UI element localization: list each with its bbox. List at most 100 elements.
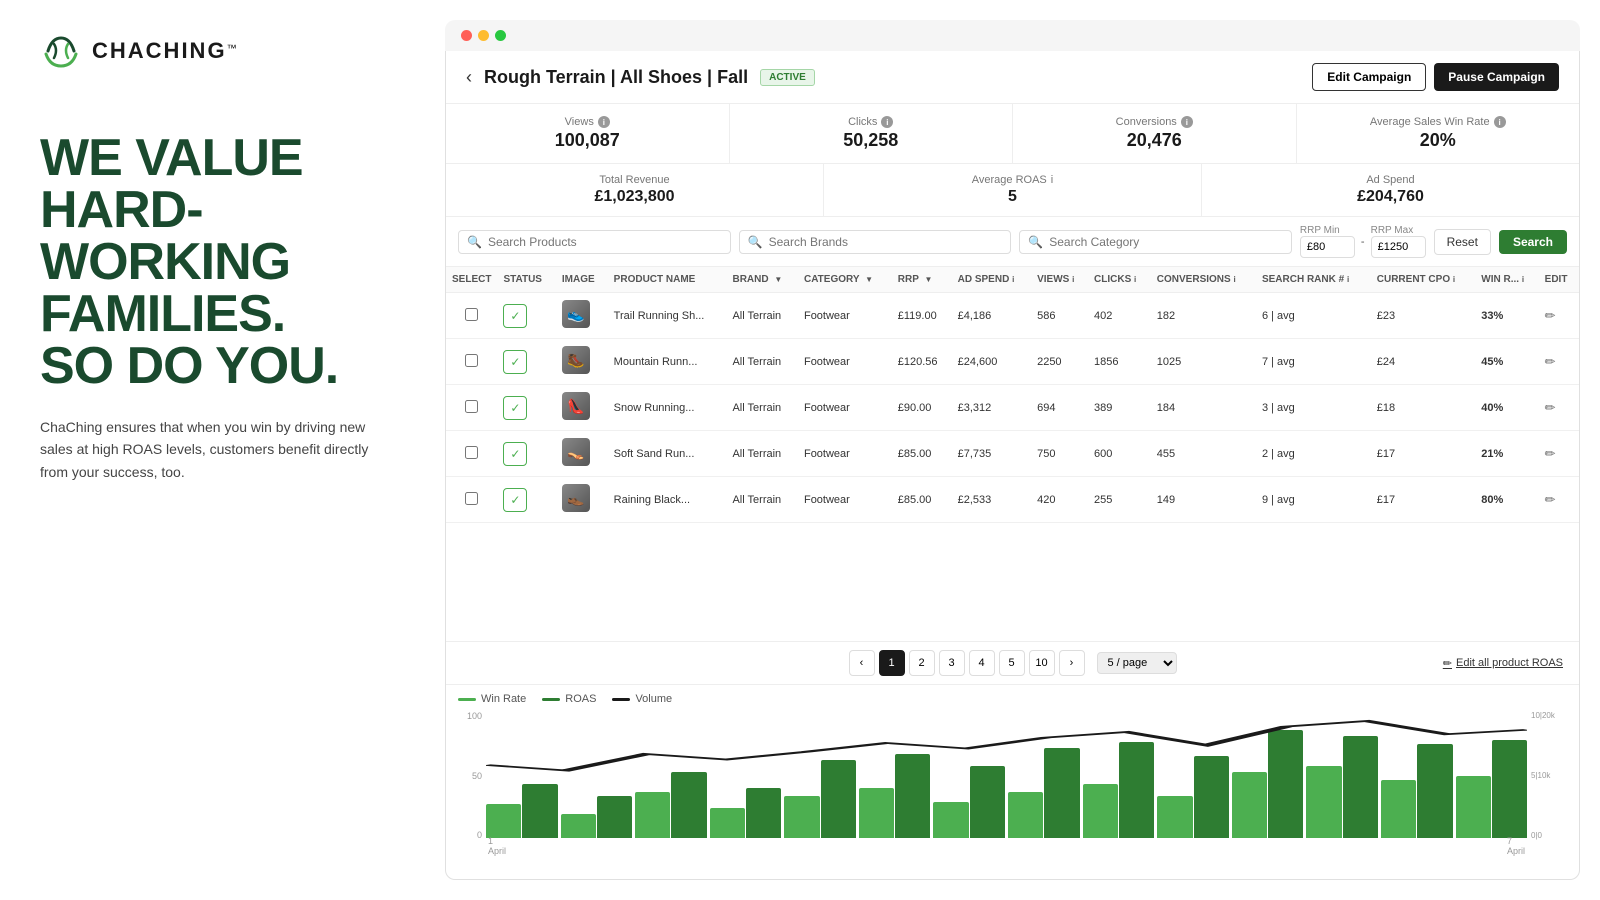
pause-campaign-button[interactable]: Pause Campaign <box>1434 63 1559 91</box>
search-products-input[interactable] <box>488 235 722 249</box>
table-row: ✓ 👟 Trail Running Sh... All Terrain Foot… <box>446 293 1579 339</box>
browser-dot-yellow[interactable] <box>478 30 489 41</box>
search-button[interactable]: Search <box>1499 230 1567 254</box>
col-clicks[interactable]: CLICKS i <box>1088 267 1151 293</box>
row-product-3: Soft Sand Run... <box>608 431 727 477</box>
rrp-min-label: RRP Min <box>1300 225 1355 236</box>
search-brands-wrap[interactable]: 🔍 <box>739 230 1012 254</box>
row-cpo-1: £24 <box>1371 339 1476 385</box>
row-edit-4[interactable]: ✏ <box>1545 492 1556 507</box>
legend-roas-label: ROAS <box>565 693 596 705</box>
row-checkbox-2[interactable] <box>465 400 478 413</box>
row-brand-1: All Terrain <box>726 339 798 385</box>
stat-clicks-value: 50,258 <box>746 130 997 151</box>
legend-volume-label: Volume <box>635 693 672 705</box>
row-rank-4: 9 | avg <box>1256 477 1371 523</box>
row-views-0: 586 <box>1031 293 1088 339</box>
per-page-select[interactable]: 5 / page 10 / page 25 / page <box>1097 652 1177 674</box>
stat-win-rate: Average Sales Win Rate i 20% <box>1297 104 1580 163</box>
chart-container: Win Rate ROAS Volume 100 50 0 <box>446 684 1579 879</box>
row-edit-0[interactable]: ✏ <box>1545 308 1556 323</box>
page-5-button[interactable]: 5 <box>999 650 1025 676</box>
stat-clicks: Clicks i 50,258 <box>730 104 1014 163</box>
win-rate-info-icon: i <box>1494 116 1506 128</box>
col-rrp[interactable]: RRP ▼ <box>892 267 952 293</box>
row-views-3: 750 <box>1031 431 1088 477</box>
pagination-row: ‹ 1 2 3 4 5 10 › 5 / page 10 / page 25 /… <box>446 641 1579 684</box>
row-checkbox-3[interactable] <box>465 446 478 459</box>
col-category[interactable]: CATEGORY ▼ <box>798 267 892 293</box>
page-2-button[interactable]: 2 <box>909 650 935 676</box>
col-product[interactable]: PRODUCT NAME <box>608 267 727 293</box>
row-clicks-0: 402 <box>1088 293 1151 339</box>
legend-win-rate: Win Rate <box>458 693 526 705</box>
volume-line <box>486 721 1527 771</box>
row-checkbox-1[interactable] <box>465 354 478 367</box>
row-cpo-2: £18 <box>1371 385 1476 431</box>
chart-area: 100 50 0 <box>458 711 1567 856</box>
row-edit-3[interactable]: ✏ <box>1545 446 1556 461</box>
rrp-min-input[interactable] <box>1300 236 1355 258</box>
chart-legend: Win Rate ROAS Volume <box>458 693 1567 705</box>
search-brands-input[interactable] <box>769 235 1003 249</box>
y-left-min: 0 <box>477 830 482 840</box>
row-category-4: Footwear <box>798 477 892 523</box>
row-brand-2: All Terrain <box>726 385 798 431</box>
row-category-2: Footwear <box>798 385 892 431</box>
col-conversions[interactable]: CONVERSIONS i <box>1151 267 1256 293</box>
stat-conversions-label: Conversions i <box>1029 116 1280 128</box>
row-checkbox-0[interactable] <box>465 308 478 321</box>
col-views[interactable]: VIEWS i <box>1031 267 1088 293</box>
browser-body: ‹ Rough Terrain | All Shoes | Fall ACTIV… <box>445 51 1580 880</box>
last-page-button[interactable]: › <box>1059 650 1085 676</box>
row-ad-spend-4: £2,533 <box>952 477 1031 523</box>
col-select: SELECT <box>446 267 497 293</box>
edit-campaign-button[interactable]: Edit Campaign <box>1312 63 1426 91</box>
row-image-1: 🥾 <box>562 346 590 374</box>
row-rank-0: 6 | avg <box>1256 293 1371 339</box>
row-checkbox-4[interactable] <box>465 492 478 505</box>
col-rank[interactable]: SEARCH RANK # i <box>1256 267 1371 293</box>
revenue-roas-label: Average ROAS i <box>844 174 1181 186</box>
browser-dot-green[interactable] <box>495 30 506 41</box>
search-category-input[interactable] <box>1049 235 1283 249</box>
col-cpo[interactable]: CURRENT CPO i <box>1371 267 1476 293</box>
stat-clicks-label: Clicks i <box>746 116 997 128</box>
reset-button[interactable]: Reset <box>1434 229 1491 255</box>
hero-headline: WE VALUE HARD- WORKING FAMILIES. SO DO Y… <box>40 132 395 392</box>
row-rank-3: 2 | avg <box>1256 431 1371 477</box>
browser-dot-red[interactable] <box>461 30 472 41</box>
page-1-button[interactable]: 1 <box>879 650 905 676</box>
search-products-wrap[interactable]: 🔍 <box>458 230 731 254</box>
col-ad-spend[interactable]: AD SPEND i <box>952 267 1031 293</box>
row-rrp-3: £85.00 <box>892 431 952 477</box>
stat-views-value: 100,087 <box>462 130 713 151</box>
page-4-button[interactable]: 4 <box>969 650 995 676</box>
row-rrp-2: £90.00 <box>892 385 952 431</box>
row-edit-1[interactable]: ✏ <box>1545 354 1556 369</box>
row-image-2: 👠 <box>562 392 590 420</box>
y-left-max: 100 <box>467 711 482 721</box>
prev-page-button[interactable]: ‹ <box>849 650 875 676</box>
rrp-max-input[interactable] <box>1371 236 1426 258</box>
back-button[interactable]: ‹ <box>466 67 472 88</box>
legend-volume: Volume <box>612 693 672 705</box>
browser-chrome <box>445 20 1580 51</box>
row-edit-2[interactable]: ✏ <box>1545 400 1556 415</box>
revenue-total-label: Total Revenue <box>466 174 803 186</box>
edit-all-roas-link[interactable]: ✏ Edit all product ROAS <box>1443 657 1563 670</box>
row-status-3: ✓ <box>503 442 527 466</box>
col-win-rate[interactable]: WIN R... i <box>1475 267 1538 293</box>
row-image-3: 👡 <box>562 438 590 466</box>
row-ad-spend-1: £24,600 <box>952 339 1031 385</box>
page-3-button[interactable]: 3 <box>939 650 965 676</box>
search-category-wrap[interactable]: 🔍 <box>1019 230 1292 254</box>
revenue-total-value: £1,023,800 <box>466 188 803 206</box>
next-page-button[interactable]: 10 <box>1029 650 1055 676</box>
col-brand[interactable]: BRAND ▼ <box>726 267 798 293</box>
row-win-rate-1: 45% <box>1475 339 1538 385</box>
row-product-1: Mountain Runn... <box>608 339 727 385</box>
hero-subtext: ChaChing ensures that when you win by dr… <box>40 416 370 483</box>
row-win-rate-0: 33% <box>1475 293 1538 339</box>
row-status-2: ✓ <box>503 396 527 420</box>
